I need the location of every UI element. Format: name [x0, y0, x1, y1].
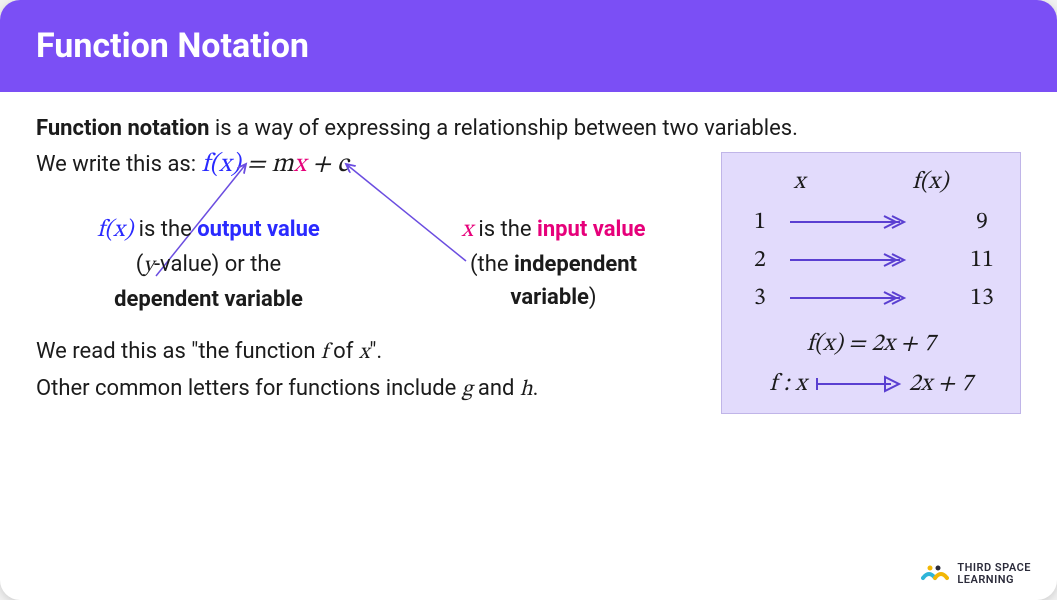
double-arrow-icon — [780, 250, 962, 270]
ann-fx: f(x) — [97, 218, 133, 242]
row-out: 13 — [962, 283, 1002, 313]
output-value-label: output value — [197, 217, 320, 242]
mapping-row: 2 11 — [740, 245, 1002, 275]
dependent-var-label: dependent variable — [114, 287, 303, 312]
row-out: 11 — [962, 245, 1002, 275]
write-as-label: We write this as: — [36, 152, 202, 177]
ann-right-rest: is the — [473, 217, 537, 242]
read1a: We read this as "the function — [36, 339, 321, 364]
ann-left-rest: is the — [133, 217, 197, 242]
card-title: Function Notation — [36, 26, 309, 66]
logo-icon — [921, 564, 949, 584]
annotations-row: f(x) is the output value (y-value) or th… — [36, 212, 726, 316]
paren-close: ) — [589, 285, 597, 310]
row-in: 1 — [740, 207, 780, 237]
read2end: . — [533, 376, 539, 401]
row-in: 2 — [740, 245, 780, 275]
card-header: Function Notation — [0, 0, 1057, 92]
lead-rest: is a way of expressing a relationship be… — [209, 116, 797, 141]
read-g: g — [462, 379, 473, 401]
independent-label: independent — [514, 252, 637, 277]
read-h: h — [520, 379, 533, 401]
variable-label: variable — [510, 285, 588, 310]
mapping-box: x f(x) 1 9 2 11 3 13 f(x) = 2x + 7 f : x — [721, 152, 1021, 414]
output-annotation: f(x) is the output value (y-value) or th… — [36, 212, 381, 316]
y-var: y — [143, 255, 154, 277]
mapping-header: x f(x) — [740, 167, 1002, 197]
card-content: Function notation is a way of expressing… — [0, 92, 1057, 598]
brand-logo: THIRD SPACE LEARNING — [921, 562, 1031, 586]
paren-the: (the — [470, 252, 514, 277]
input-annotation: x is the input value (the independent va… — [381, 212, 726, 316]
yvalue-rest: -value) or the — [154, 252, 281, 277]
read1end: ". — [369, 339, 382, 364]
read-of: of — [328, 339, 359, 364]
map-left: f : x — [769, 369, 806, 399]
hdr-fx: f(x) — [912, 167, 948, 197]
ann-x: x — [461, 218, 473, 242]
hdr-x: x — [794, 167, 806, 197]
mapsto-arrow-icon — [813, 374, 903, 394]
main-formula: f(x) = mx + c — [202, 149, 349, 182]
formula-mid: = m — [241, 152, 294, 178]
row-out: 9 — [962, 207, 1002, 237]
read2a: Other common letters for functions inclu… — [36, 376, 462, 401]
input-value-label: input value — [537, 217, 646, 242]
mapping-row: 3 13 — [740, 283, 1002, 313]
intro-paragraph: Function notation is a way of expressing… — [36, 112, 1021, 145]
formula-fx: f(x) — [202, 152, 241, 178]
logo-line2: LEARNING — [957, 574, 1031, 586]
read-and: and — [472, 376, 519, 401]
box-equation: f(x) = 2x + 7 — [740, 329, 1002, 359]
lesson-card: Function Notation Function notation is a… — [0, 0, 1057, 600]
logo-text: THIRD SPACE LEARNING — [957, 562, 1031, 586]
read-x: x — [359, 342, 370, 364]
double-arrow-icon — [780, 288, 962, 308]
read-f: f — [321, 342, 328, 364]
lead-term: Function notation — [36, 116, 209, 141]
double-arrow-icon — [780, 212, 962, 232]
row-in: 3 — [740, 283, 780, 313]
formula-x: x — [294, 152, 306, 178]
map-right: 2x + 7 — [909, 369, 973, 399]
mapping-notation: f : x 2x + 7 — [740, 369, 1002, 399]
formula-end: + c — [306, 152, 349, 178]
mapping-row: 1 9 — [740, 207, 1002, 237]
